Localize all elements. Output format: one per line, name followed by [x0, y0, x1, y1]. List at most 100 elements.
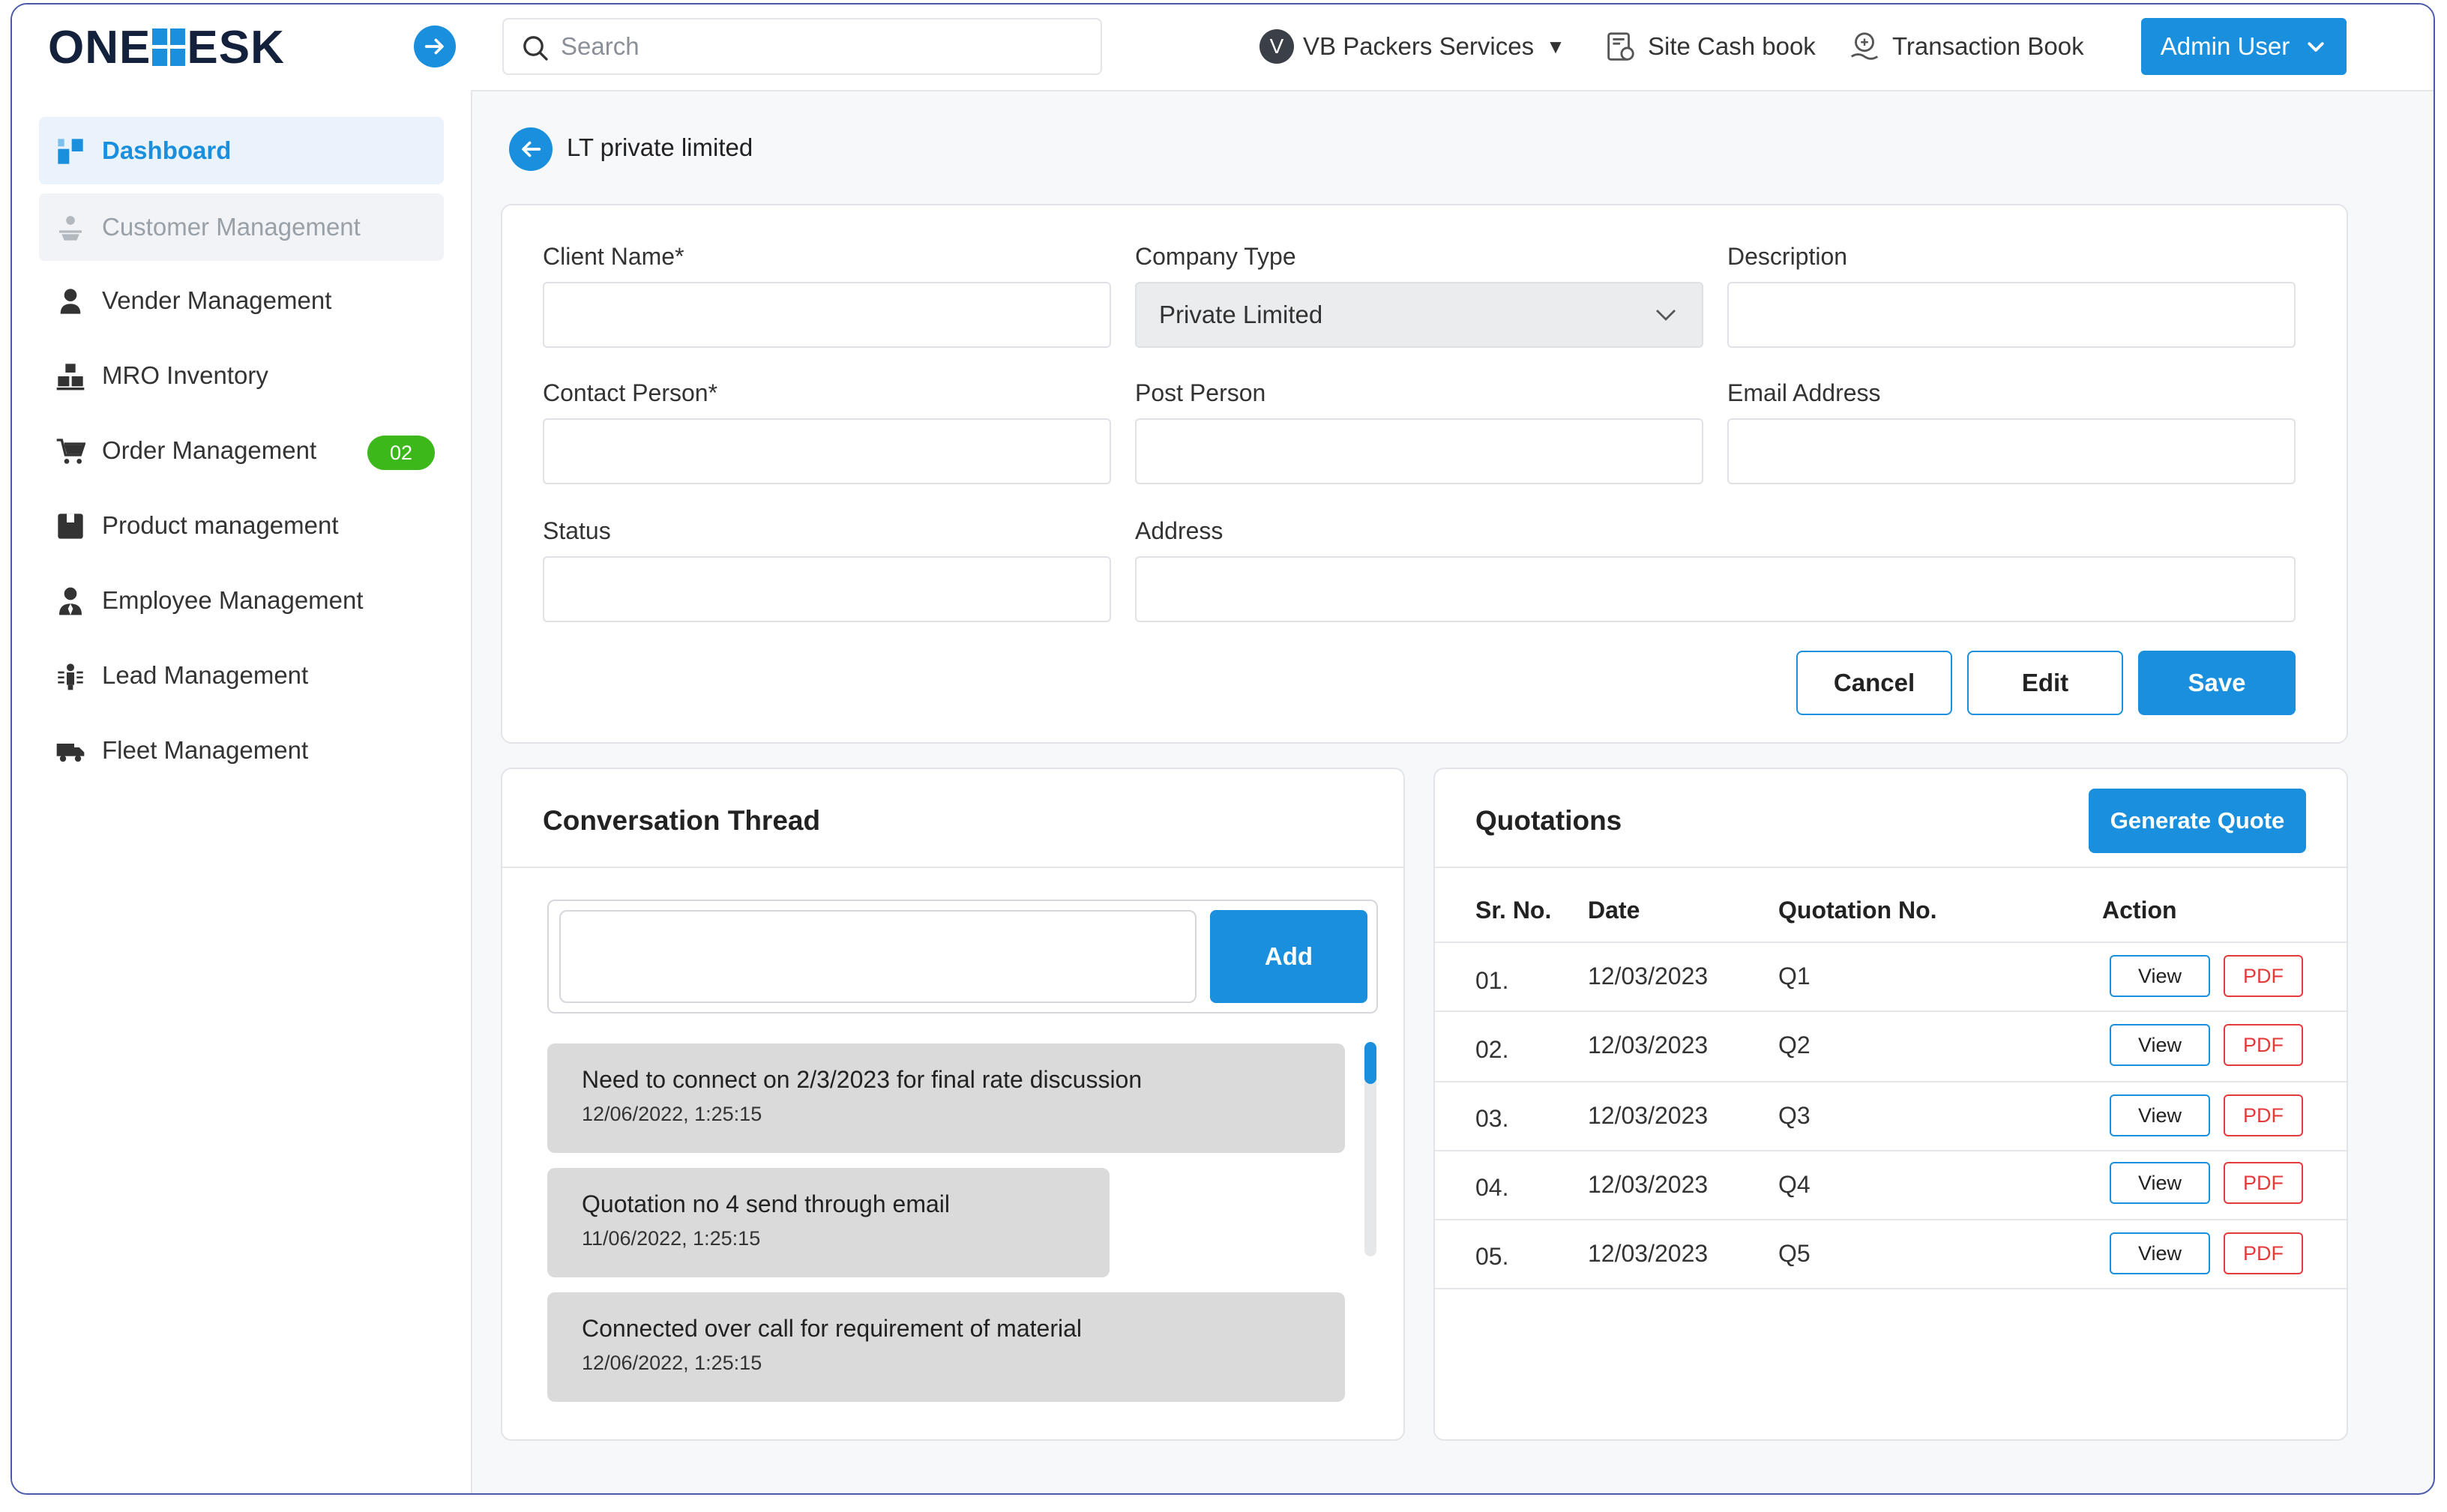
sidebar-item-order-management[interactable]: Order Management 02: [39, 417, 444, 484]
sidebar-item-dashboard[interactable]: Dashboard: [39, 117, 444, 184]
table-cell-sr: 02.: [1475, 1036, 1509, 1063]
sidebar-item-vender-management[interactable]: Vender Management: [39, 267, 444, 334]
message-bubble: Need to connect on 2/3/2023 for final ra…: [547, 1043, 1345, 1153]
conversation-title: Conversation Thread: [543, 805, 821, 836]
search-input[interactable]: Search: [502, 18, 1102, 75]
company-type-select[interactable]: Private Limited: [1135, 282, 1703, 348]
column-header-sr-no: Sr. No.: [1475, 897, 1552, 924]
message-text: Quotation no 4 send through email: [582, 1190, 950, 1217]
sidebar-toggle-button[interactable]: [414, 25, 456, 67]
sidebar-item-lead-management[interactable]: Lead Management: [39, 642, 444, 709]
column-header-date: Date: [1588, 897, 1640, 924]
message-text: Need to connect on 2/3/2023 for final ra…: [582, 1066, 1143, 1093]
table-row-divider: [1435, 1219, 2347, 1220]
conversation-scrollbar-thumb[interactable]: [1364, 1042, 1376, 1084]
description-field[interactable]: [1727, 282, 2296, 348]
top-bar: ONE ESK Search V VB Packers Services ▼ S…: [12, 4, 2434, 91]
pdf-quote-button[interactable]: PDF: [2224, 1232, 2303, 1274]
chevron-down-icon: [1656, 310, 1676, 321]
quotations-title: Quotations: [1475, 805, 1622, 836]
post-person-field[interactable]: [1135, 418, 1703, 484]
search-icon: [523, 36, 548, 61]
message-text: Connected over call for requirement of m…: [582, 1315, 1082, 1342]
email-field[interactable]: [1727, 418, 2296, 484]
cart-icon: [56, 439, 85, 464]
sidebar-item-customer-management[interactable]: Customer Management: [39, 193, 444, 261]
sidebar-item-employee-management[interactable]: Employee Management: [39, 567, 444, 634]
description-label: Description: [1727, 243, 1848, 270]
transaction-book-label: Transaction Book: [1892, 32, 2084, 60]
status-label: Status: [543, 517, 611, 544]
table-row-divider: [1435, 1010, 2347, 1012]
user-menu-label: Admin User: [2160, 32, 2290, 60]
order-count-badge: 02: [367, 436, 435, 470]
message-timestamp: 11/06/2022, 1:25:15: [582, 1227, 761, 1250]
user-menu-button[interactable]: Admin User: [2141, 18, 2347, 75]
post-person-label: Post Person: [1135, 379, 1266, 406]
conversation-scrollbar-track[interactable]: [1364, 1042, 1376, 1256]
column-header-quotation-no: Quotation No.: [1778, 897, 1937, 924]
sidebar-item-label: Dashboard: [102, 136, 232, 164]
table-cell-date: 12/03/2023: [1588, 963, 1709, 990]
pdf-quote-button[interactable]: PDF: [2224, 955, 2303, 997]
sidebar-item-mro-inventory[interactable]: MRO Inventory: [39, 342, 444, 409]
app-window: ONE ESK Search V VB Packers Services ▼ S…: [10, 3, 2435, 1495]
quotations-card: [1433, 768, 2348, 1441]
contact-person-field[interactable]: [543, 418, 1111, 484]
arrow-right-icon: [424, 38, 444, 55]
view-quote-button[interactable]: View: [2110, 955, 2210, 997]
status-field[interactable]: [543, 556, 1111, 622]
caret-down-icon: ▼: [1546, 34, 1565, 58]
sidebar-item-label: Employee Management: [102, 586, 364, 614]
box-icon: [58, 513, 83, 539]
table-header-divider: [1435, 942, 2347, 943]
pdf-quote-button[interactable]: PDF: [2224, 1162, 2303, 1204]
conversation-divider: [502, 867, 1403, 868]
save-button[interactable]: Save: [2138, 651, 2296, 715]
table-cell-quotation-no: Q3: [1778, 1102, 1811, 1129]
view-quote-button[interactable]: View: [2110, 1024, 2210, 1066]
generate-quote-button[interactable]: Generate Quote: [2089, 789, 2306, 853]
table-cell-quotation-no: Q5: [1778, 1240, 1811, 1267]
table-row-divider: [1435, 1288, 2347, 1289]
site-cash-book-label: Site Cash book: [1648, 32, 1816, 60]
view-quote-button[interactable]: View: [2110, 1232, 2210, 1274]
sidebar-item-product-management[interactable]: Product management: [39, 492, 444, 559]
pdf-quote-button[interactable]: PDF: [2224, 1094, 2303, 1136]
table-cell-quotation-no: Q4: [1778, 1171, 1811, 1198]
sidebar-item-label: Lead Management: [102, 661, 309, 689]
chevron-down-icon: [2308, 42, 2324, 52]
back-button[interactable]: [509, 127, 553, 171]
transaction-icon: [1850, 32, 1879, 60]
add-message-button[interactable]: Add: [1210, 910, 1367, 1003]
company-type-label: Company Type: [1135, 243, 1296, 270]
search-placeholder: Search: [561, 32, 639, 60]
sidebar-item-fleet-management[interactable]: Fleet Management: [39, 717, 444, 784]
table-cell-date: 12/03/2023: [1588, 1031, 1709, 1058]
address-field[interactable]: [1135, 556, 2296, 622]
company-selector[interactable]: V VB Packers Services ▼: [1259, 24, 1565, 69]
company-type-value: Private Limited: [1159, 301, 1323, 328]
view-quote-button[interactable]: View: [2110, 1162, 2210, 1204]
table-cell-date: 12/03/2023: [1588, 1240, 1709, 1267]
client-name-field[interactable]: [543, 282, 1111, 348]
logo-text-left: ONE: [48, 21, 151, 73]
message-input[interactable]: [559, 910, 1197, 1003]
message-bubble: Quotation no 4 send through email 11/06/…: [547, 1168, 1110, 1277]
table-cell-sr: 05.: [1475, 1243, 1509, 1270]
app-logo: ONE ESK: [48, 21, 285, 73]
cancel-button[interactable]: Cancel: [1796, 651, 1952, 715]
transaction-book-link[interactable]: Transaction Book: [1847, 24, 2084, 69]
cash-book-icon: [1607, 32, 1634, 61]
company-name: VB Packers Services: [1303, 32, 1535, 60]
arrow-left-icon: [522, 141, 541, 157]
edit-button[interactable]: Edit: [1967, 651, 2123, 715]
column-header-action: Action: [2102, 897, 2177, 924]
site-cash-book-link[interactable]: Site Cash book: [1603, 24, 1816, 69]
sidebar: Dashboard Customer Management Vender Man…: [12, 90, 472, 1493]
view-quote-button[interactable]: View: [2110, 1094, 2210, 1136]
message-timestamp: 12/06/2022, 1:25:15: [582, 1352, 762, 1374]
page-title: LT private limited: [567, 133, 753, 161]
pdf-quote-button[interactable]: PDF: [2224, 1024, 2303, 1066]
address-label: Address: [1135, 517, 1224, 544]
